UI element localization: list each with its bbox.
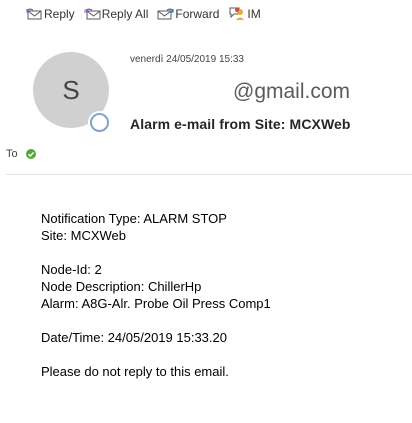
check-circle-icon[interactable] bbox=[25, 149, 36, 159]
im-button[interactable]: IM bbox=[228, 6, 261, 21]
im-label: IM bbox=[247, 6, 261, 21]
alarm-line: Alarm: A8G-Alr. Probe Oil Press Comp1 bbox=[41, 296, 271, 311]
im-icon bbox=[229, 7, 245, 20]
reply-button[interactable]: Reply bbox=[26, 7, 75, 21]
body-paragraph: Please do not reply to this email. bbox=[41, 363, 271, 380]
reading-pane-toolbar: Reply Reply All Forward IM bbox=[26, 6, 261, 21]
presence-status-icon bbox=[90, 113, 109, 132]
forward-button[interactable]: Forward bbox=[157, 7, 219, 21]
site-line: Site: MCXWeb bbox=[41, 228, 127, 243]
body-paragraph: Date/Time: 24/05/2019 15:33.20 bbox=[41, 329, 271, 346]
forward-icon bbox=[157, 8, 174, 19]
reply-label: Reply bbox=[44, 6, 75, 21]
reply-all-label: Reply All bbox=[101, 6, 149, 21]
footer-line: Please do not reply to this email. bbox=[41, 364, 229, 379]
recipient-row: To bbox=[6, 148, 36, 160]
message-subject: Alarm e-mail from Site: MCXWeb bbox=[130, 116, 351, 132]
notification-type-line: Notification Type: ALARM STOP bbox=[41, 211, 227, 226]
message-date: venerdì 24/05/2019 15:33 bbox=[130, 54, 244, 65]
sender-address[interactable]: @gmail.com bbox=[233, 80, 350, 104]
node-description-line: Node Description: ChillerHp bbox=[41, 279, 202, 294]
to-label: To bbox=[6, 148, 18, 160]
node-id-line: Node-Id: 2 bbox=[41, 262, 102, 277]
reply-all-button[interactable]: Reply All bbox=[83, 6, 149, 21]
datetime-line: Date/Time: 24/05/2019 15:33.20 bbox=[41, 330, 227, 345]
reply-all-icon bbox=[83, 8, 101, 19]
header-divider bbox=[6, 174, 412, 175]
body-paragraph: Node-Id: 2 Node Description: ChillerHp A… bbox=[41, 261, 271, 312]
body-paragraph: Notification Type: ALARM STOP Site: MCXW… bbox=[41, 210, 271, 244]
reply-icon bbox=[26, 8, 42, 19]
message-body: Notification Type: ALARM STOP Site: MCXW… bbox=[41, 210, 271, 397]
forward-label: Forward bbox=[175, 6, 220, 21]
